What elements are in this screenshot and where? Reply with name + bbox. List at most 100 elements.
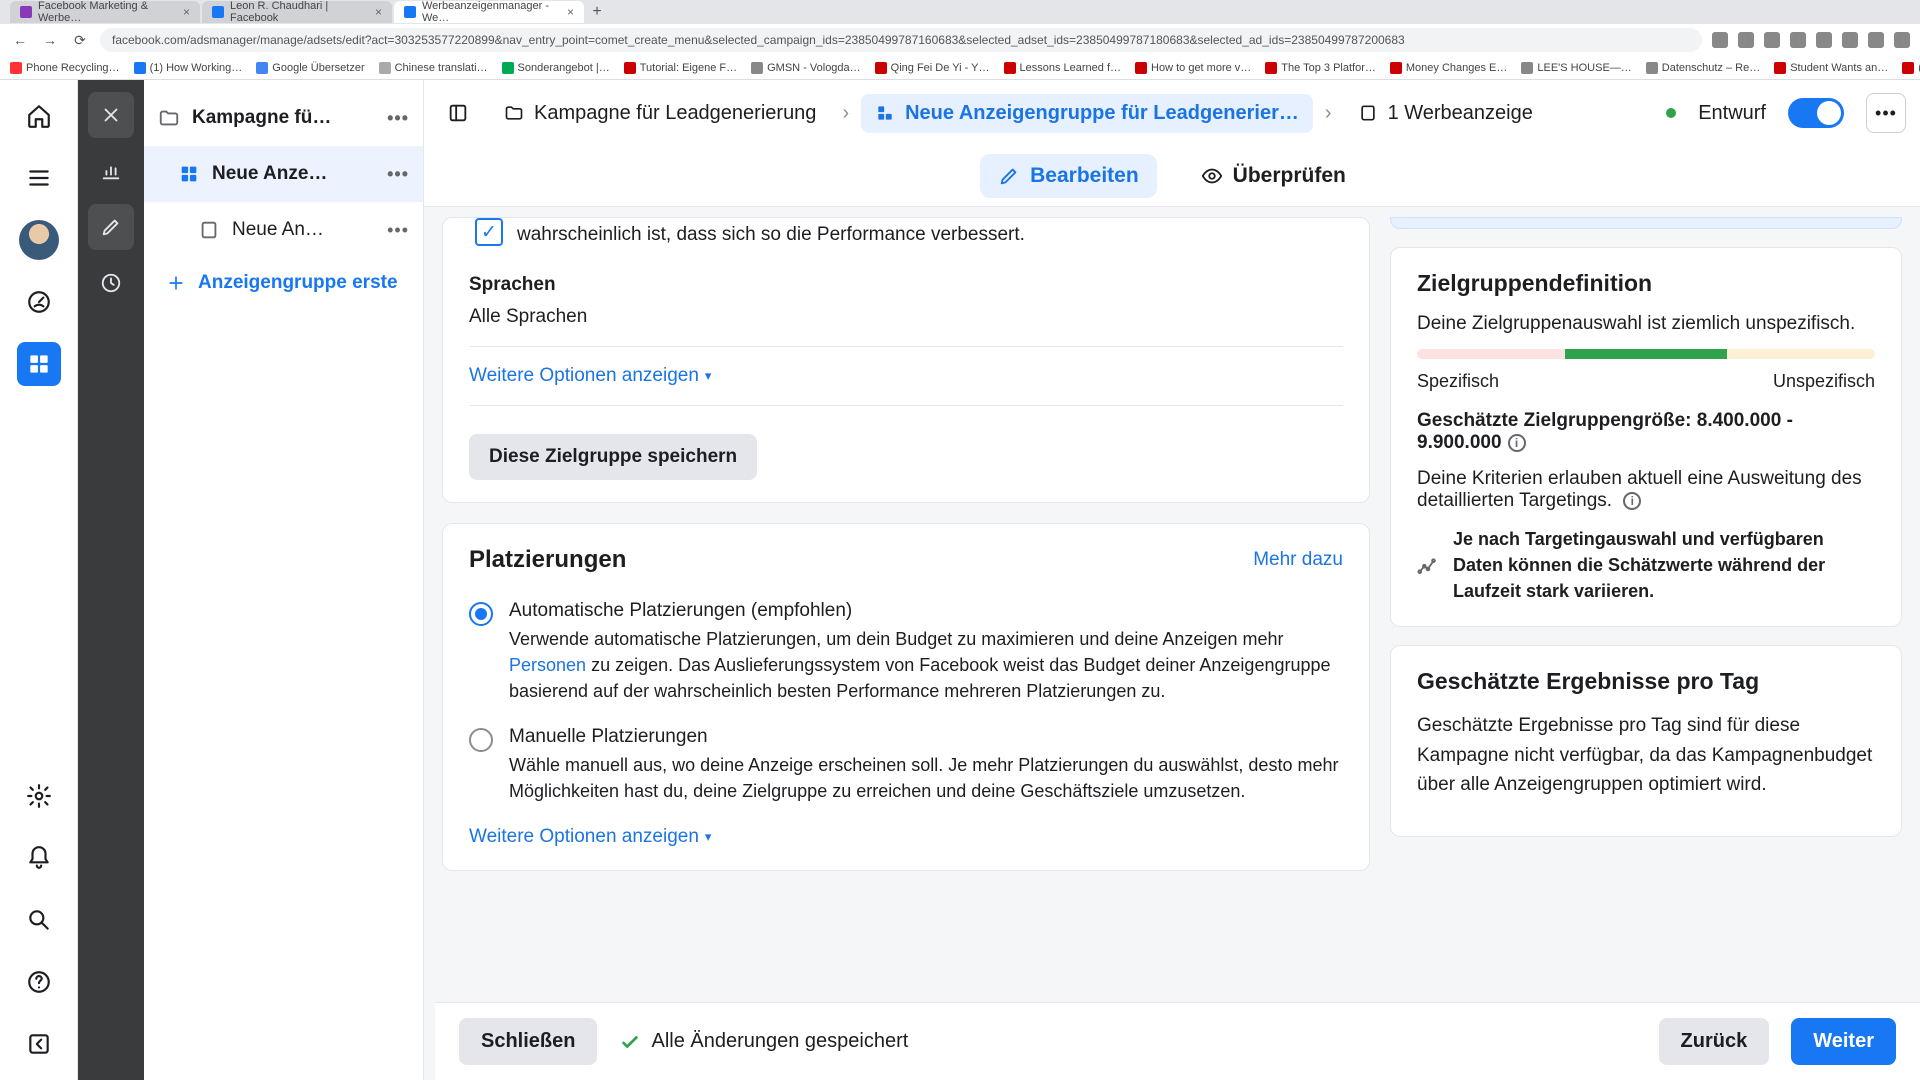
bell-icon[interactable] [17,836,61,880]
bookmark-item[interactable]: (2) How To Add A… [1902,62,1920,74]
close-icon[interactable]: × [183,5,190,19]
tab-edit[interactable]: Bearbeiten [980,154,1157,198]
menu-icon[interactable] [17,156,61,200]
extension-icon[interactable] [1842,32,1858,48]
clock-icon[interactable] [88,260,134,306]
avatar[interactable] [17,218,61,262]
bookmark-item[interactable]: GMSN - Vologda… [751,62,861,74]
gear-icon[interactable] [17,774,61,818]
extension-icon[interactable] [1894,32,1910,48]
bookmark-icon [875,62,887,74]
tree-ad[interactable]: Neue An… ••• [144,202,423,258]
bookmark-item[interactable]: Datenschutz – Re… [1646,62,1760,74]
daily-results-body: Geschätzte Ergebnisse pro Tag sind für d… [1417,711,1875,799]
tree-label: Kampagne fü… [192,107,375,129]
help-icon[interactable] [17,960,61,1004]
breadcrumb-adset[interactable]: Neue Anzeigengruppe für Leadgenerier… [861,94,1313,133]
bookmark-item[interactable]: Qing Fei De Yi - Y… [875,62,990,74]
info-icon[interactable]: i [1623,492,1641,510]
tree-campaign[interactable]: Kampagne fü… ••• [144,90,423,146]
close-icon[interactable]: × [567,5,574,19]
extension-icon[interactable] [1790,32,1806,48]
bookmark-item[interactable]: Google Übersetzer [256,62,364,74]
bookmark-item[interactable]: Money Changes E… [1390,62,1508,74]
panel-toggle-icon[interactable] [438,93,478,133]
checkbox-checked-icon[interactable]: ✓ [475,218,503,246]
bookmark-item[interactable]: Student Wants an… [1774,62,1888,74]
editor-footer: Schließen Alle Änderungen gespeichert Zu… [435,1002,1920,1080]
breadcrumb-ad[interactable]: 1 Werbeanzeige [1344,94,1547,133]
more-icon[interactable]: ••• [387,164,409,185]
close-button[interactable]: Schließen [459,1018,597,1065]
audience-meter [1417,349,1875,359]
bookmark-item[interactable]: Sonderangebot |… [502,62,610,74]
audience-definition-card: Zielgruppendefinition Deine Zielgruppena… [1390,247,1902,627]
show-more-options-link[interactable]: Weitere Optionen anzeigen▾ [469,365,1343,387]
more-icon[interactable]: ••• [387,220,409,241]
new-tab-button[interactable]: + [586,1,608,23]
browser-tab[interactable]: Leon R. Chaudhari | Facebook × [202,1,392,23]
chevron-down-icon: ▾ [705,829,712,845]
close-icon[interactable]: × [375,5,382,19]
criteria-note: Deine Kriterien erlauben aktuell eine Au… [1417,468,1875,512]
placement-option-manual[interactable]: Manuelle Platzierungen Wähle manuell aus… [469,726,1343,804]
ads-manager-icon[interactable] [17,342,61,386]
tab-title: Leon R. Chaudhari | Facebook [230,0,369,24]
add-adset-button[interactable]: Anzeigengruppe erste [144,258,423,308]
home-icon[interactable] [17,94,61,138]
bookmark-item[interactable]: Tutorial: Eigene F… [624,62,737,74]
tree-adset[interactable]: Neue Anze… ••• [144,146,423,202]
inline-link[interactable]: Personen [509,655,586,675]
chart-icon[interactable] [88,148,134,194]
next-button[interactable]: Weiter [1791,1018,1896,1065]
forward-icon[interactable]: → [40,32,60,48]
extension-icon[interactable] [1712,32,1728,48]
form-column[interactable]: ✓ wahrscheinlich ist, dass sich so die P… [442,207,1370,1080]
gauge-icon[interactable] [17,280,61,324]
chevron-right-icon: › [1325,102,1332,125]
breadcrumb-campaign[interactable]: Kampagne für Leadgenerierung [490,94,830,133]
collapse-icon[interactable] [17,1022,61,1066]
bookmark-item[interactable]: How to get more v… [1135,62,1251,74]
learn-more-link[interactable]: Mehr dazu [1253,549,1343,571]
more-icon[interactable]: ••• [387,108,409,129]
bookmark-item[interactable]: LEE'S HOUSE—… [1521,62,1631,74]
extension-icon[interactable] [1868,32,1884,48]
extension-icon[interactable] [1764,32,1780,48]
tab-review[interactable]: Überprüfen [1183,154,1364,198]
search-icon[interactable] [17,898,61,942]
pencil-icon[interactable] [88,204,134,250]
extension-icon[interactable] [1816,32,1832,48]
browser-tab[interactable]: Facebook Marketing & Werbe…× [10,1,200,23]
tab-favicon-icon [20,6,32,18]
url-input[interactable]: facebook.com/adsmanager/manage/adsets/ed… [100,28,1702,52]
close-editor-button[interactable] [88,92,134,138]
trend-icon [1417,530,1439,604]
browser-tab-active[interactable]: Werbeanzeigenmanager - We…× [394,1,584,23]
card-header: Platzierungen Mehr dazu [469,546,1343,574]
bookmark-item[interactable]: (1) How Working… [134,62,243,74]
info-icon[interactable]: i [1508,434,1526,452]
save-audience-button[interactable]: Diese Zielgruppe speichern [469,434,757,480]
extension-icon[interactable] [1738,32,1754,48]
radio-unchecked-icon[interactable] [469,728,493,752]
bookmark-item[interactable]: Phone Recycling… [10,62,120,74]
radio-checked-icon[interactable] [469,602,493,626]
tab-favicon-icon [404,6,416,18]
bookmark-item[interactable]: Chinese translati… [379,62,488,74]
show-more-options-link[interactable]: Weitere Optionen anzeigen▾ [469,826,1343,848]
breadcrumb-label: Kampagne für Leadgenerierung [534,102,816,125]
reload-icon[interactable]: ⟳ [70,32,90,49]
editor-header: Kampagne für Leadgenerierung › Neue Anze… [424,80,1920,207]
publish-toggle[interactable] [1788,98,1844,128]
browser-tab-bar: Facebook Marketing & Werbe…× Leon R. Cha… [0,0,1920,24]
placement-option-auto[interactable]: Automatische Platzierungen (empfohlen) V… [469,600,1343,704]
save-status-text: Alle Änderungen gespeichert [651,1030,908,1053]
more-menu-button[interactable]: ••• [1866,93,1906,133]
variance-text: Je nach Targetingauswahl und verfügbaren… [1453,526,1875,604]
bookmark-item[interactable]: The Top 3 Platfor… [1265,62,1376,74]
tab-label: Überprüfen [1233,164,1346,188]
back-button[interactable]: Zurück [1659,1018,1770,1065]
bookmark-item[interactable]: Lessons Learned f… [1004,62,1122,74]
back-icon[interactable]: ← [10,32,30,48]
